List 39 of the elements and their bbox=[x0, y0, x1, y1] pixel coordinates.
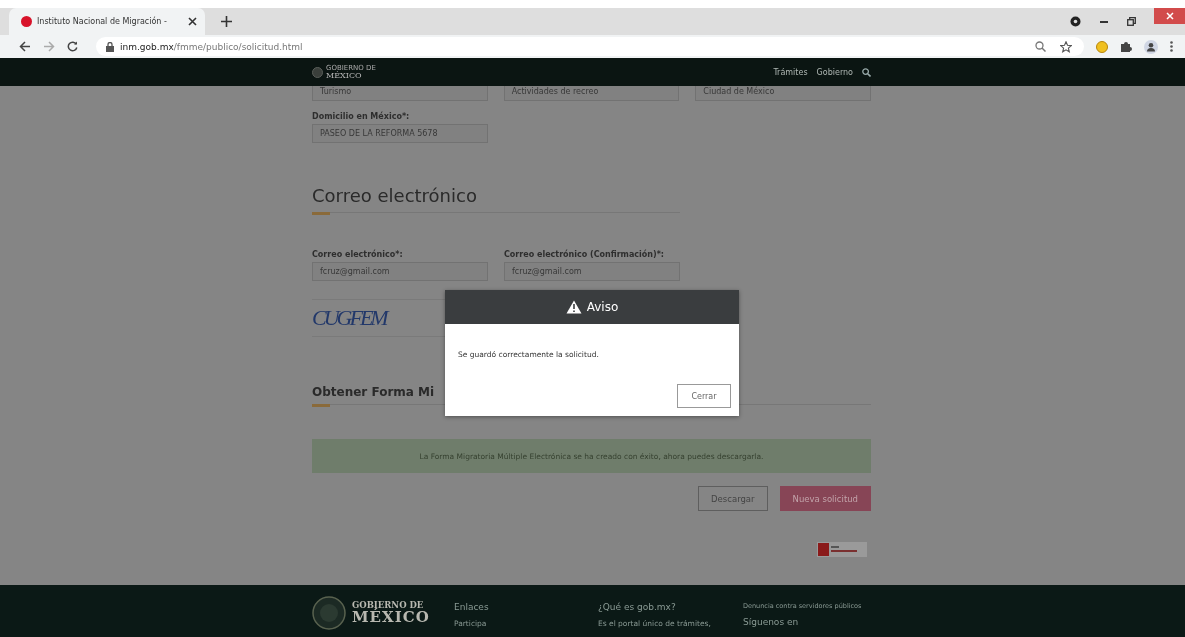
section-heading: Obtener Forma Mi bbox=[312, 385, 435, 399]
field-label: Correo electrónico*: bbox=[312, 250, 404, 259]
back-icon[interactable] bbox=[19, 41, 31, 52]
close-icon bbox=[1165, 12, 1174, 20]
footer-link[interactable]: Síguenos en bbox=[743, 617, 862, 627]
dialog-title: Aviso bbox=[586, 300, 619, 314]
tab-title: Instituto Nacional de Migración - bbox=[37, 17, 168, 26]
address-field[interactable]: inm.gob.mx/fmme/publico/solicitud.html bbox=[96, 37, 1084, 56]
menu-icon[interactable] bbox=[1170, 41, 1173, 52]
url-domain: inm.gob.mx bbox=[120, 41, 174, 52]
minimize-icon[interactable] bbox=[1100, 20, 1108, 23]
nav-link[interactable]: Gobierno bbox=[816, 67, 853, 77]
pdf-reader-badge-icon[interactable] bbox=[817, 542, 867, 557]
browser-tab[interactable]: Instituto Nacional de Migración - bbox=[9, 8, 205, 35]
puzzle-icon[interactable] bbox=[1120, 40, 1132, 53]
close-icon[interactable] bbox=[188, 17, 197, 26]
section-heading: Correo electrónico bbox=[312, 185, 478, 206]
url-path: /fmme/publico/solicitud.html bbox=[173, 41, 303, 52]
captcha-text: CUGFEM bbox=[312, 305, 386, 331]
search-icon[interactable] bbox=[862, 67, 871, 77]
close-window-button[interactable] bbox=[1154, 8, 1185, 24]
close-button[interactable]: Cerrar bbox=[677, 384, 731, 408]
logo-text: MÉXICO bbox=[352, 609, 430, 625]
favicon-icon bbox=[21, 16, 32, 27]
zoom-icon[interactable] bbox=[1035, 41, 1046, 52]
logo-text: MÉXICO bbox=[326, 71, 363, 80]
field-label: Domicilio en México*: bbox=[312, 112, 411, 121]
field-label: Correo electrónico (Confirmación)*: bbox=[504, 250, 666, 259]
nav-link[interactable]: Trámites bbox=[773, 67, 808, 77]
restore-icon[interactable] bbox=[1127, 17, 1136, 26]
warning-icon bbox=[565, 300, 582, 314]
new-tab-icon[interactable] bbox=[221, 16, 232, 27]
record-icon[interactable] bbox=[1070, 16, 1081, 27]
reload-icon[interactable] bbox=[67, 41, 78, 52]
lock-icon bbox=[106, 41, 114, 52]
footer-heading: Enlaces bbox=[454, 602, 490, 612]
star-icon[interactable] bbox=[1060, 40, 1072, 53]
footer-heading: ¿Qué es gob.mx? bbox=[598, 602, 677, 612]
profile-icon[interactable] bbox=[1144, 39, 1158, 54]
